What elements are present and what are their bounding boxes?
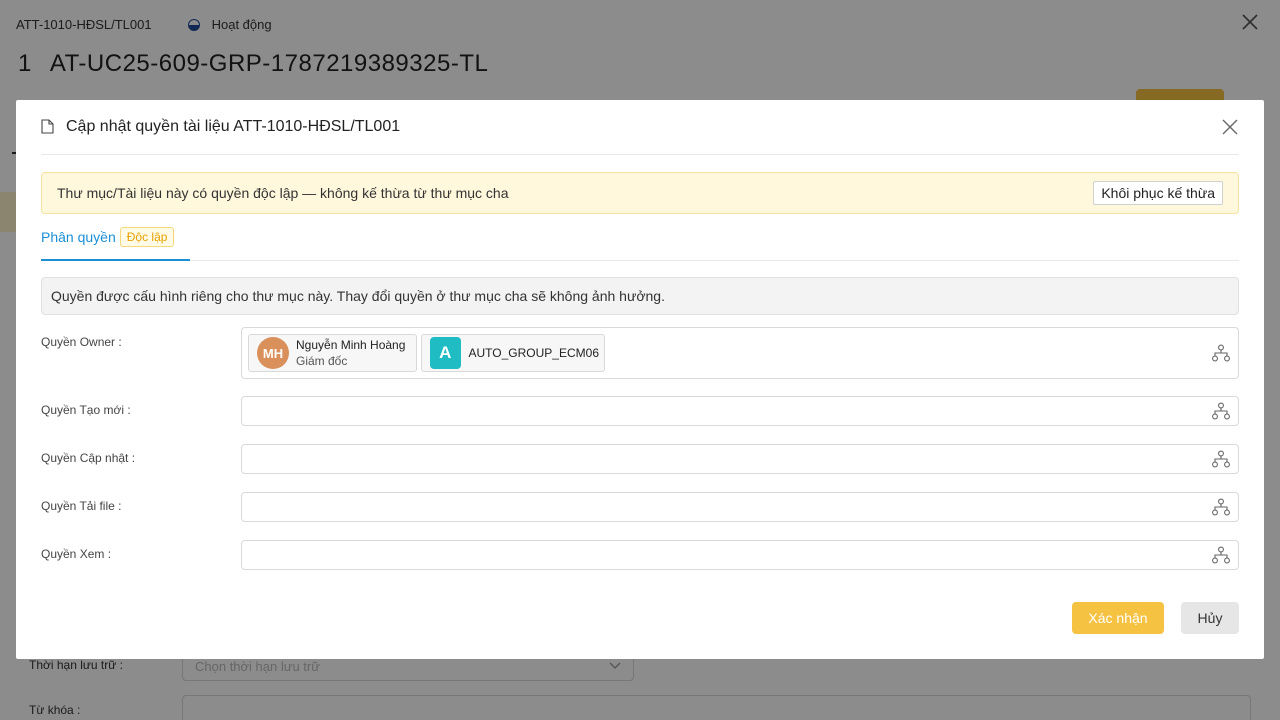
org-tree-icon[interactable] [1212,450,1230,468]
view-permission-field[interactable] [241,540,1239,570]
owner-permission-field[interactable]: MH Nguyễn Minh Hoàng Giám đốc A AUTO_GRO… [241,327,1239,379]
owner-member-chip[interactable]: MH Nguyễn Minh Hoàng Giám đốc [248,334,417,372]
group-name: AUTO_GROUP_ECM06 [468,346,599,360]
avatar: MH [257,337,289,369]
owner-permission-label: Quyền Owner : [41,335,122,349]
create-permission-field[interactable] [241,396,1239,426]
org-tree-icon[interactable] [1212,402,1230,420]
permission-info-box: Quyền được cấu hình riêng cho thư mục nà… [41,277,1239,315]
document-icon [41,118,54,134]
cancel-button[interactable]: Hủy [1181,602,1239,634]
org-tree-icon[interactable] [1212,546,1230,564]
tab-permissions[interactable]: Phân quyền Độc lập [41,227,190,261]
owner-group-chip[interactable]: A AUTO_GROUP_ECM06 [421,334,605,372]
notice-text: Thư mục/Tài liệu này có quyền độc lập — … [57,185,509,201]
avatar: A [430,337,461,369]
modal-title: Cập nhật quyền tài liệu ATT-1010-HĐSL/TL… [66,118,401,135]
create-permission-label: Quyền Tạo mới : [41,403,131,417]
org-tree-icon[interactable] [1212,498,1230,516]
inheritance-notice: Thư mục/Tài liệu này có quyền độc lập — … [41,172,1239,214]
restore-inheritance-button[interactable]: Khôi phục kế thừa [1093,181,1223,205]
confirm-button[interactable]: Xác nhận [1072,602,1164,634]
tab-bar: Phân quyền Độc lập [41,227,1239,261]
member-info: Nguyễn Minh Hoàng Giám đốc [296,337,405,369]
download-permission-field[interactable] [241,492,1239,522]
member-name: Nguyễn Minh Hoàng [296,338,406,352]
update-permission-label: Quyền Cập nhật : [41,451,136,465]
org-tree-icon[interactable] [1212,344,1230,362]
member-role: Giám đốc [296,354,348,368]
modal-header: Cập nhật quyền tài liệu ATT-1010-HĐSL/TL… [41,100,1239,155]
independent-badge: Độc lập [119,227,175,247]
download-permission-label: Quyền Tải file : [41,499,122,513]
tab-permissions-label: Phân quyền [41,229,116,245]
view-permission-label: Quyền Xem : [41,547,112,561]
permission-modal: Cập nhật quyền tài liệu ATT-1010-HĐSL/TL… [16,100,1264,659]
update-permission-field[interactable] [241,444,1239,474]
close-icon[interactable] [1221,118,1239,136]
